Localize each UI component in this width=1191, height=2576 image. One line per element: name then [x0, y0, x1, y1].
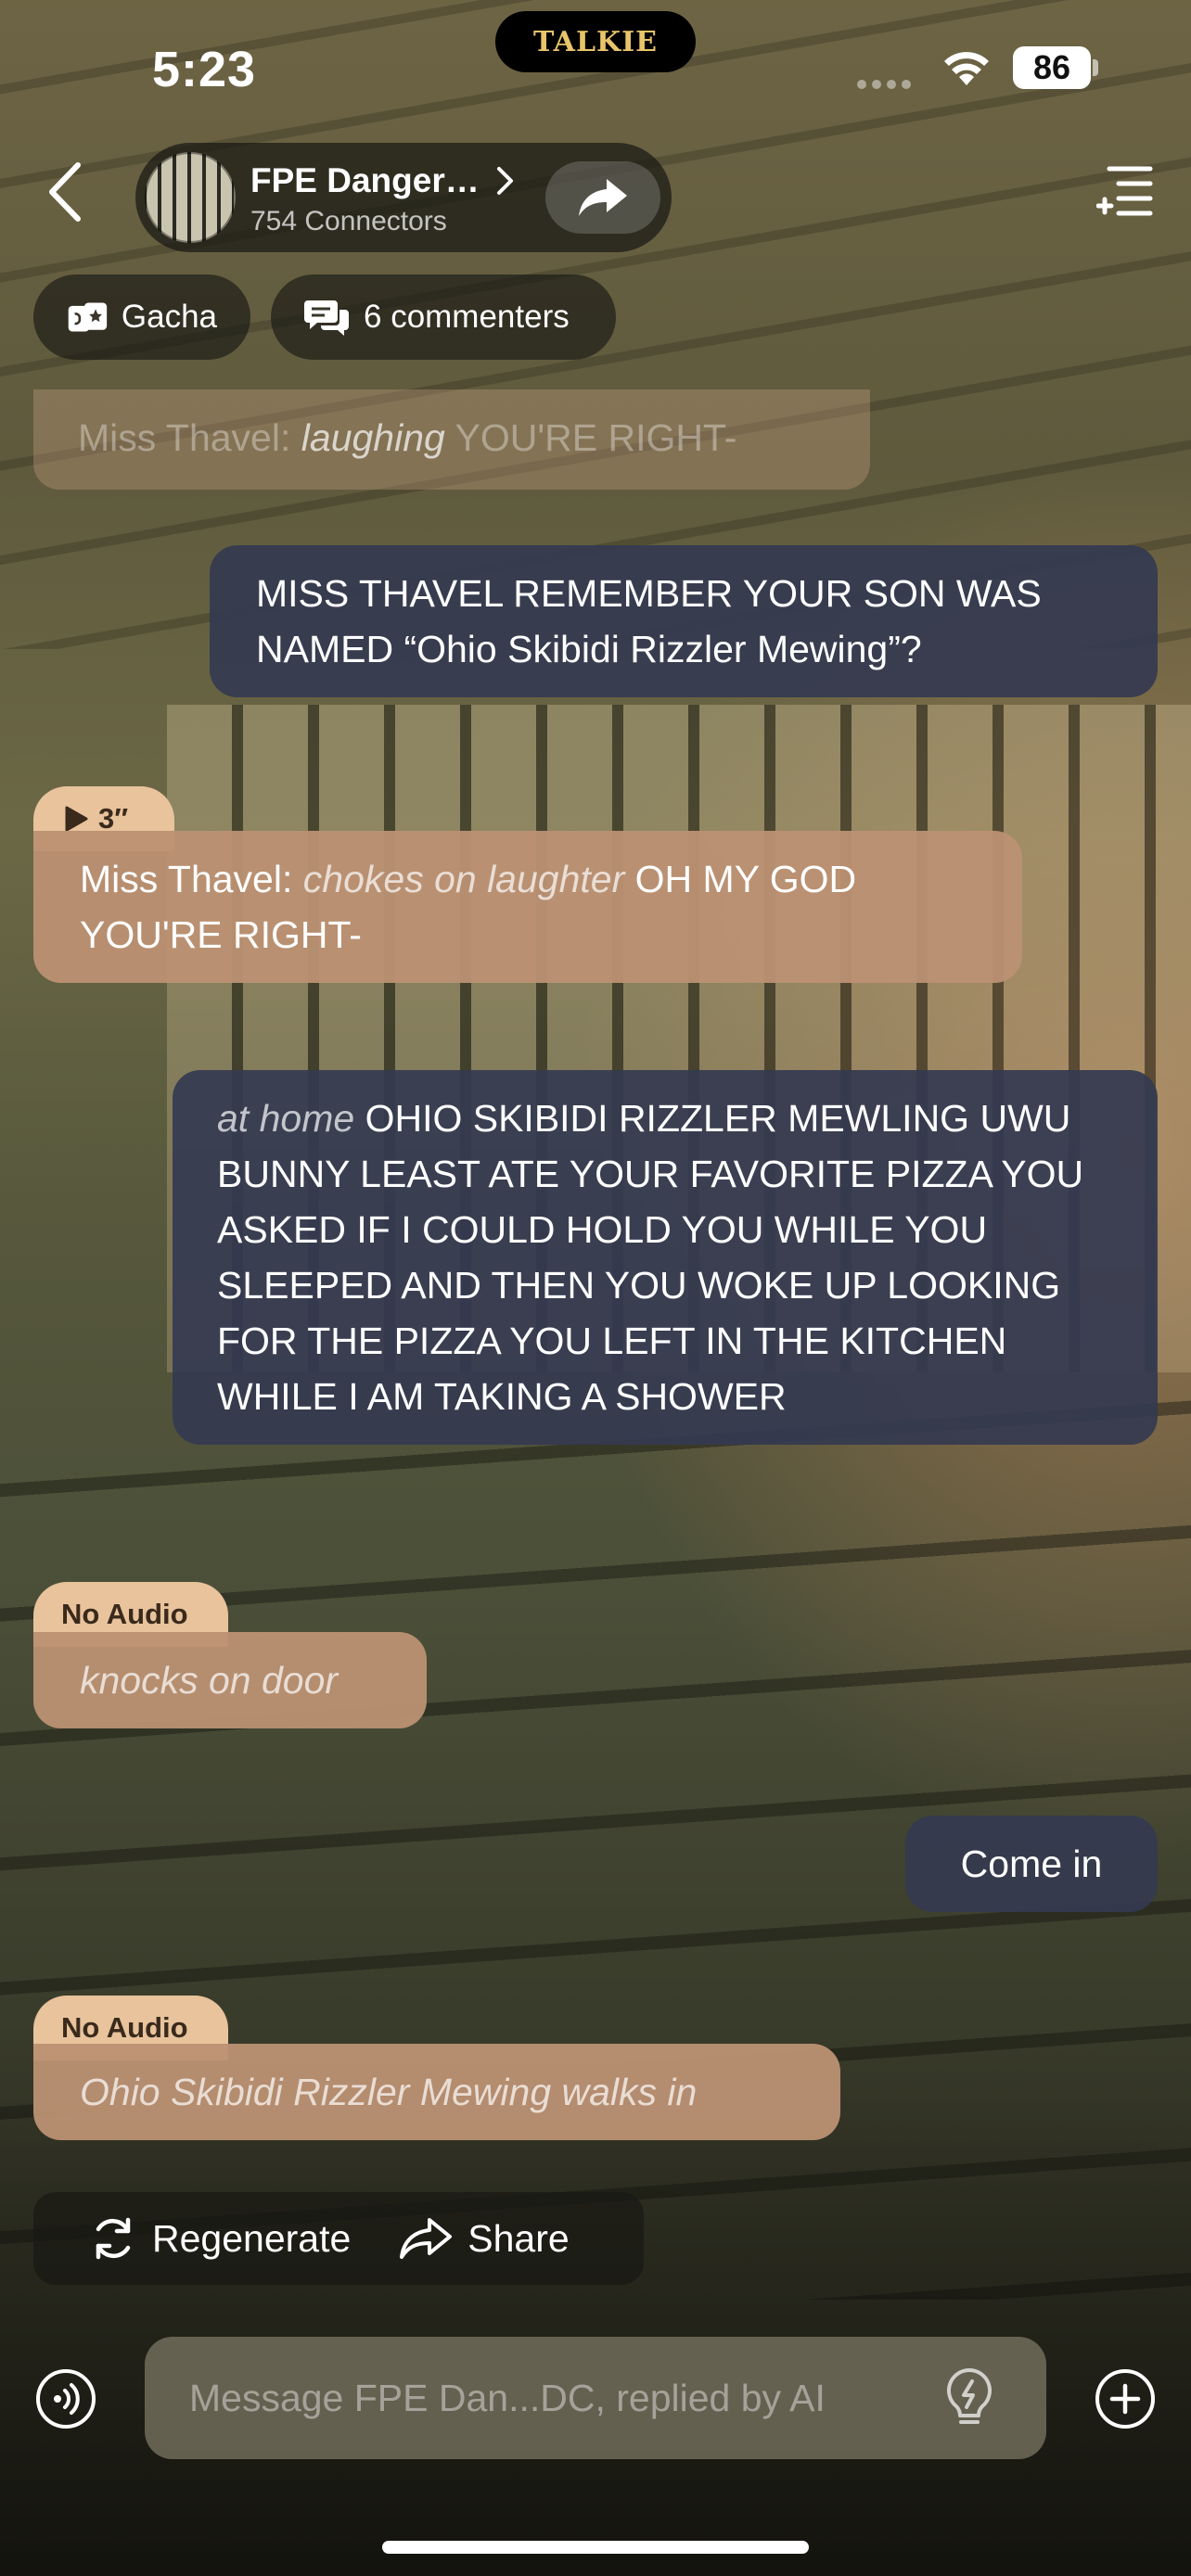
message-action: laughing [301, 416, 445, 459]
message-action: Ohio Skibidi Rizzler Mewing walks in [80, 2071, 698, 2113]
talkie-logo: TALKIE [532, 25, 659, 58]
chevron-right-icon[interactable] [495, 165, 516, 197]
refresh-icon [96, 2217, 131, 2260]
add-icon[interactable] [1095, 2368, 1156, 2429]
lightbulb-hint-icon[interactable] [939, 2366, 1000, 2431]
room-avatar[interactable] [145, 152, 236, 243]
share-label[interactable]: Share [467, 2217, 569, 2261]
commenters-label[interactable]: 6 commenters [364, 299, 570, 336]
ai-message[interactable]: knocks on door [33, 1632, 427, 1728]
message-text: Come in [960, 1843, 1103, 1885]
status-time: 5:23 [152, 42, 257, 97]
back-button[interactable] [43, 159, 89, 224]
share-arrow-icon [579, 179, 627, 216]
commenters-chip[interactable]: 6 commenters [271, 274, 616, 360]
battery-indicator: 86 [1013, 46, 1091, 89]
message-speaker: Miss Thavel: [80, 858, 293, 900]
battery-tip [1093, 59, 1098, 76]
wifi-icon [944, 52, 989, 85]
message-partial: Miss Thavel: laughing YOU'RE RIGHT- [33, 389, 870, 490]
share-icon [400, 2218, 453, 2259]
share-room-button[interactable] [545, 161, 660, 234]
message-action: at home [217, 1097, 355, 1140]
home-indicator[interactable] [382, 2541, 809, 2554]
room-title[interactable]: FPE Danger… [250, 161, 480, 200]
room-info-pill[interactable]: FPE Danger… 754 Connectors [135, 143, 672, 252]
connectors-count: 754 Connectors [250, 206, 447, 236]
cards-icon [68, 302, 108, 332]
share-button[interactable]: Share [399, 2216, 570, 2261]
user-message[interactable]: Come in [905, 1816, 1158, 1912]
dynamic-island: TALKIE [495, 11, 696, 72]
play-icon [65, 806, 88, 832]
message-action: knocks on door [80, 1659, 339, 1702]
ai-message[interactable]: Miss Thavel: chokes on laughter OH MY GO… [33, 831, 1022, 983]
voice-call-icon[interactable] [35, 2368, 96, 2429]
gacha-chip[interactable]: Gacha [33, 274, 250, 360]
regenerate-label[interactable]: Regenerate [152, 2217, 351, 2261]
ai-message[interactable]: Ohio Skibidi Rizzler Mewing walks in [33, 2044, 840, 2140]
message-text: MISS THAVEL REMEMBER YOUR SON WAS NAMED … [256, 572, 1042, 670]
message-actions-bar: Regenerate Share [33, 2192, 644, 2285]
menu-list-icon[interactable] [1096, 163, 1154, 221]
message-input[interactable] [145, 2337, 1046, 2459]
regenerate-button[interactable]: Regenerate [89, 2214, 351, 2263]
comments-icon [304, 300, 349, 336]
gacha-label[interactable]: Gacha [122, 299, 217, 336]
cellular-signal-icon [857, 80, 911, 89]
message-text: YOU'RE RIGHT- [455, 416, 737, 459]
message-action: chokes on laughter [302, 858, 625, 900]
message-speaker: Miss Thavel: [78, 416, 291, 459]
user-message[interactable]: at home OHIO SKIBIDI RIZZLER MEWLING UWU… [173, 1070, 1158, 1445]
user-message[interactable]: MISS THAVEL REMEMBER YOUR SON WAS NAMED … [210, 545, 1158, 697]
message-text: OHIO SKIBIDI RIZZLER MEWLING UWU BUNNY L… [217, 1097, 1084, 1418]
